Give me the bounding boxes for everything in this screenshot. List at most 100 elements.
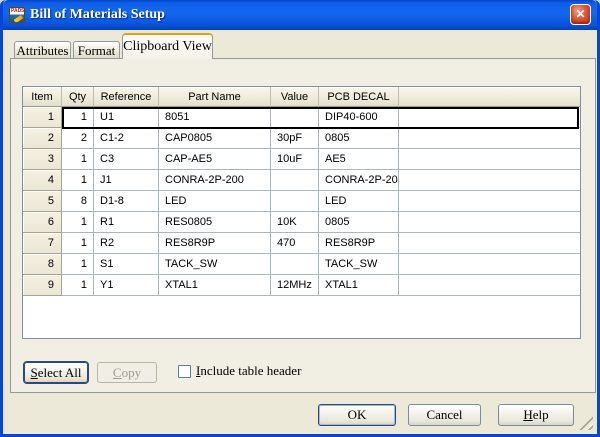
pcb-decal-cell[interactable]: 0805: [319, 128, 399, 149]
row-header-cell[interactable]: 3: [23, 149, 62, 170]
col-header-part-name: Part Name: [159, 87, 271, 107]
qty-cell[interactable]: 1: [62, 149, 94, 170]
filler-cell[interactable]: [399, 233, 580, 254]
qty-cell[interactable]: 1: [62, 170, 94, 191]
col-header-value: Value: [271, 87, 319, 107]
filler-cell[interactable]: [399, 212, 580, 233]
reference-cell[interactable]: Y1: [94, 275, 159, 296]
bom-table-header: Item Qty Reference Part Name Value PCB D…: [23, 87, 580, 107]
pcb-decal-cell[interactable]: CONRA-2P-200: [319, 170, 399, 191]
include-table-header-checkbox[interactable]: [178, 365, 191, 378]
pcb-decal-cell[interactable]: 0805: [319, 212, 399, 233]
part-name-cell[interactable]: CAP0805: [159, 128, 271, 149]
table-row[interactable]: 6 1 R1 RES0805 10K 0805: [23, 212, 580, 233]
tab-format[interactable]: Format: [73, 41, 120, 59]
pads-app-icon: PADS: [9, 7, 25, 23]
table-row[interactable]: 9 1 Y1 XTAL1 12MHz XTAL1: [23, 275, 580, 296]
table-row[interactable]: 4 1 J1 CONRA-2P-200 CONRA-2P-200: [23, 170, 580, 191]
row-header-cell[interactable]: 9: [23, 275, 62, 296]
filler-cell[interactable]: [399, 128, 580, 149]
tab-format-label: Format: [78, 43, 116, 59]
part-name-cell[interactable]: RES8R9P: [159, 233, 271, 254]
tab-attributes[interactable]: Attributes: [14, 41, 71, 59]
reference-cell[interactable]: R1: [94, 212, 159, 233]
value-cell[interactable]: 10uF: [271, 149, 319, 170]
table-row[interactable]: 7 1 R2 RES8R9P 470 RES8R9P: [23, 233, 580, 254]
part-name-cell[interactable]: TACK_SW: [159, 254, 271, 275]
bom-table: Item Qty Reference Part Name Value PCB D…: [22, 86, 581, 339]
reference-cell[interactable]: D1-8: [94, 191, 159, 212]
reference-cell[interactable]: S1: [94, 254, 159, 275]
row-header-cell[interactable]: 8: [23, 254, 62, 275]
reference-cell[interactable]: C3: [94, 149, 159, 170]
part-name-cell[interactable]: 8051: [159, 107, 271, 128]
row-header-cell[interactable]: 7: [23, 233, 62, 254]
qty-cell[interactable]: 1: [62, 107, 94, 128]
qty-cell[interactable]: 1: [62, 254, 94, 275]
table-row[interactable]: 8 1 S1 TACK_SW TACK_SW: [23, 254, 580, 275]
table-row[interactable]: 5 8 D1-8 LED LED: [23, 191, 580, 212]
filler-cell[interactable]: [399, 275, 580, 296]
pcb-decal-cell[interactable]: XTAL1: [319, 275, 399, 296]
cancel-button[interactable]: Cancel: [408, 404, 481, 426]
copy-label: C: [113, 365, 122, 380]
row-header-cell[interactable]: 5: [23, 191, 62, 212]
part-name-cell[interactable]: XTAL1: [159, 275, 271, 296]
pcb-decal-cell[interactable]: TACK_SW: [319, 254, 399, 275]
pcb-decal-cell[interactable]: LED: [319, 191, 399, 212]
pads-icon-text: PADS: [11, 8, 25, 14]
help-button[interactable]: Help: [498, 404, 574, 426]
row-header-cell[interactable]: 1: [23, 107, 62, 128]
tab-clipboard-view-label: Clipboard View: [123, 39, 212, 55]
part-name-cell[interactable]: LED: [159, 191, 271, 212]
select-all-button[interactable]: Select All: [24, 362, 88, 383]
dialog-content: Attributes Format Clipboard View Item Qt…: [6, 30, 594, 431]
table-row[interactable]: 3 1 C3 CAP-AE5 10uF AE5: [23, 149, 580, 170]
cancel-label: Cancel: [426, 407, 462, 423]
value-cell[interactable]: [271, 170, 319, 191]
qty-cell[interactable]: 2: [62, 128, 94, 149]
row-header-cell[interactable]: 6: [23, 212, 62, 233]
close-icon[interactable]: ✕: [570, 4, 591, 25]
reference-cell[interactable]: R2: [94, 233, 159, 254]
filler-cell[interactable]: [399, 149, 580, 170]
resize-grip[interactable]: [579, 416, 593, 430]
filler-cell[interactable]: [399, 254, 580, 275]
filler-cell[interactable]: [399, 191, 580, 212]
pcb-decal-cell[interactable]: DIP40-600: [319, 107, 399, 128]
table-row[interactable]: 1 1 U1 8051 DIP40-600: [23, 107, 580, 128]
clipboard-view-page: Item Qty Reference Part Name Value PCB D…: [10, 58, 596, 393]
reference-cell[interactable]: U1: [94, 107, 159, 128]
filler-cell[interactable]: [399, 107, 580, 128]
reference-cell[interactable]: J1: [94, 170, 159, 191]
reference-cell[interactable]: C1-2: [94, 128, 159, 149]
row-header-cell[interactable]: 4: [23, 170, 62, 191]
part-name-cell[interactable]: CAP-AE5: [159, 149, 271, 170]
tab-clipboard-view[interactable]: Clipboard View: [122, 33, 213, 59]
value-cell[interactable]: 30pF: [271, 128, 319, 149]
col-header-pcb-decal: PCB DECAL: [319, 87, 399, 107]
pcb-decal-cell[interactable]: AE5: [319, 149, 399, 170]
part-name-cell[interactable]: RES0805: [159, 212, 271, 233]
value-cell[interactable]: [271, 254, 319, 275]
value-cell[interactable]: [271, 191, 319, 212]
include-table-header-label: Include table header: [196, 363, 301, 379]
row-header-cell[interactable]: 2: [23, 128, 62, 149]
pcb-decal-cell[interactable]: RES8R9P: [319, 233, 399, 254]
qty-cell[interactable]: 1: [62, 275, 94, 296]
qty-cell[interactable]: 1: [62, 212, 94, 233]
value-cell[interactable]: 10K: [271, 212, 319, 233]
filler-cell[interactable]: [399, 170, 580, 191]
ok-button[interactable]: OK: [318, 404, 396, 426]
tab-attributes-label: Attributes: [17, 43, 69, 59]
value-cell[interactable]: 12MHz: [271, 275, 319, 296]
help-label: H: [523, 407, 532, 422]
qty-cell[interactable]: 8: [62, 191, 94, 212]
title-bar[interactable]: PADS Bill of Materials Setup ✕: [3, 0, 597, 30]
qty-cell[interactable]: 1: [62, 233, 94, 254]
copy-button[interactable]: Copy: [97, 362, 157, 383]
value-cell[interactable]: [271, 107, 319, 128]
value-cell[interactable]: 470: [271, 233, 319, 254]
table-row[interactable]: 2 2 C1-2 CAP0805 30pF 0805: [23, 128, 580, 149]
part-name-cell[interactable]: CONRA-2P-200: [159, 170, 271, 191]
